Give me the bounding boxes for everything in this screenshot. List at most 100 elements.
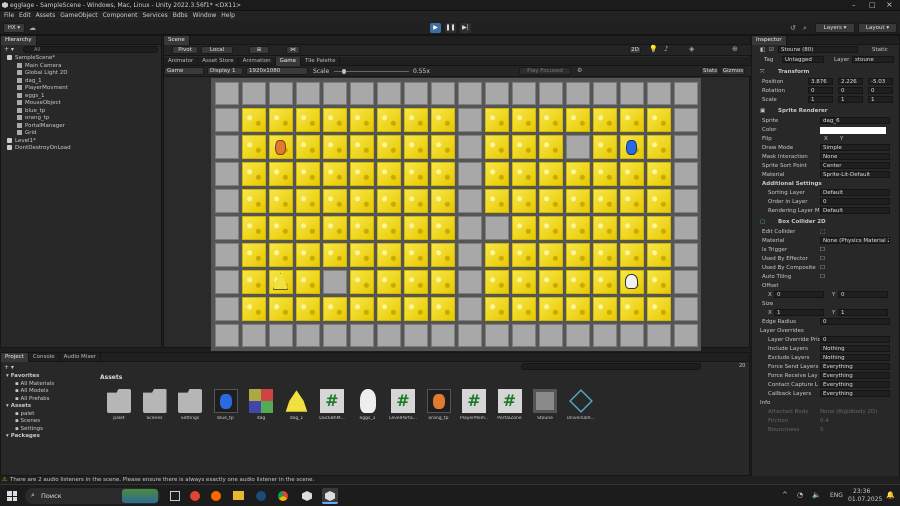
trigger-checkbox[interactable]: ☐: [820, 246, 825, 255]
firefox-icon[interactable]: [211, 491, 221, 501]
gizmos-icon[interactable]: ⊕: [732, 45, 738, 53]
asset-item[interactable]: Scenes: [141, 389, 169, 421]
project-add-button[interactable]: + ▾: [4, 364, 14, 371]
notifications-icon[interactable]: 🔔: [886, 491, 895, 499]
hierarchy-item[interactable]: PortalManager: [3, 122, 161, 131]
project-tree-item[interactable]: ▪ palet: [3, 411, 93, 419]
menu-item-bdbs[interactable]: Bdbs: [173, 11, 188, 21]
mute-audio-icon[interactable]: ⚙: [577, 67, 582, 74]
asset-item[interactable]: dag: [247, 389, 275, 421]
hierarchy-add-button[interactable]: + ▾: [4, 46, 14, 53]
draw_mode-dropdown[interactable]: Simple: [820, 144, 890, 151]
position-y[interactable]: 2.226: [838, 78, 863, 85]
volume-icon[interactable]: 🔈: [812, 491, 821, 499]
steam-icon[interactable]: [256, 491, 266, 501]
project-tree-item[interactable]: ▪ Scenes: [3, 418, 93, 426]
hierarchy-item[interactable]: dag_1: [3, 77, 161, 86]
asset-item[interactable]: eggs_1: [354, 389, 382, 421]
gizmos-button[interactable]: Gizmos: [721, 67, 745, 75]
clock-time[interactable]: 23:36: [853, 488, 870, 495]
position-x[interactable]: 3.876: [808, 78, 833, 85]
scale-y[interactable]: 1: [838, 96, 863, 103]
tab-inspector[interactable]: Inspector: [752, 36, 787, 45]
audio-icon[interactable]: ♪: [664, 45, 668, 53]
menu-item-edit[interactable]: Edit: [19, 11, 31, 21]
asset-item[interactable]: orang_tp: [425, 389, 453, 421]
flip-y-checkbox[interactable]: Y: [840, 135, 843, 144]
size-y-field[interactable]: 1: [838, 309, 888, 316]
sprite-field[interactable]: dag_6: [820, 117, 890, 124]
offset-x-field[interactable]: 0: [774, 291, 824, 298]
layout-dropdown[interactable]: Layout ▾: [858, 23, 897, 33]
object-name-input[interactable]: Stoune (80): [778, 46, 858, 53]
network-icon[interactable]: ◔: [797, 491, 803, 499]
effects-icon[interactable]: ◈: [689, 45, 694, 53]
order-field[interactable]: 0: [820, 198, 890, 205]
sorting_layer-field[interactable]: Default: [820, 189, 890, 196]
tab-scene[interactable]: Scene: [164, 36, 190, 45]
maximize-icon[interactable]: □: [869, 1, 876, 9]
local-dropdown[interactable]: Local: [201, 46, 233, 54]
menu-item-assets[interactable]: Assets: [36, 11, 56, 21]
hierarchy-item[interactable]: DontDestroyOnLoad: [3, 145, 161, 153]
flip-x-checkbox[interactable]: X: [824, 135, 828, 144]
rotation-x[interactable]: 0: [808, 87, 833, 94]
asset-item[interactable]: UniversalR...: [567, 389, 595, 421]
light-icon[interactable]: 💡: [649, 45, 658, 53]
rendering-field[interactable]: Default: [820, 207, 890, 214]
tab-game[interactable]: Game: [275, 57, 302, 66]
rotation-y[interactable]: 0: [838, 87, 863, 94]
tab-hierarchy[interactable]: Hierarchy: [1, 36, 37, 45]
asset-item[interactable]: dag_1: [283, 389, 311, 421]
hierarchy-item[interactable]: orang_tp: [3, 115, 161, 123]
hierarchy-item[interactable]: Level1*: [3, 137, 161, 146]
scale-z[interactable]: 1: [868, 96, 893, 103]
search-icon[interactable]: ⌕: [803, 24, 807, 33]
contact_capture-field[interactable]: Everything: [820, 381, 890, 388]
edge-radius-field[interactable]: 0: [820, 318, 890, 325]
increment-snap-button[interactable]: ⋈: [286, 46, 300, 54]
include-field[interactable]: Nothing: [820, 345, 890, 352]
status-message[interactable]: There are 2 audio listeners in the scene…: [10, 476, 314, 484]
project-tree-item[interactable]: ▾ Packages: [3, 433, 93, 441]
resolution-dropdown[interactable]: 1920x1080: [246, 67, 308, 75]
cloud-icon[interactable]: ☁: [29, 24, 36, 32]
asset-item[interactable]: Settings: [176, 389, 204, 421]
account-button[interactable]: HX ▾: [3, 23, 25, 33]
menu-item-file[interactable]: File: [4, 11, 14, 21]
2d-toggle[interactable]: 2D: [629, 46, 641, 54]
asset-item[interactable]: palet: [105, 389, 133, 421]
asset-item[interactable]: Stoune: [531, 389, 559, 421]
pause-button[interactable]: ❚❚: [445, 23, 456, 33]
layer_override_prio-field[interactable]: 0: [820, 336, 890, 343]
history-icon[interactable]: ↺: [790, 24, 796, 32]
tab-console[interactable]: Console: [29, 353, 60, 362]
position-z[interactable]: -5.03: [868, 78, 893, 85]
tag-dropdown[interactable]: Untagged: [782, 56, 824, 63]
menu-item-window[interactable]: Window: [193, 11, 217, 21]
tab-project[interactable]: Project: [1, 353, 29, 362]
explorer-icon[interactable]: [233, 491, 244, 500]
unity-hub-icon[interactable]: [302, 491, 312, 501]
photos-icon[interactable]: [190, 491, 200, 501]
layer-dropdown[interactable]: stoune: [852, 56, 894, 63]
language-indicator[interactable]: ENG: [830, 492, 843, 499]
static-dropdown[interactable]: Static: [872, 46, 888, 55]
tab-animator[interactable]: Animator: [164, 57, 199, 66]
callback-field[interactable]: Everything: [820, 390, 890, 397]
edit-collider-button[interactable]: ⬚: [820, 228, 825, 237]
tray-chevron-icon[interactable]: ^: [782, 491, 788, 499]
layers-dropdown[interactable]: Layers ▾: [815, 23, 855, 33]
hierarchy-item[interactable]: Main Camera: [3, 62, 161, 71]
widget-icon[interactable]: [122, 489, 158, 503]
active-checkbox[interactable]: ☑: [769, 46, 774, 55]
menu-item-services[interactable]: Services: [142, 11, 167, 21]
exclude-field[interactable]: Nothing: [820, 354, 890, 361]
effector-checkbox[interactable]: ☐: [820, 255, 825, 264]
project-tree-item[interactable]: ▾ Favorites: [3, 373, 93, 381]
hierarchy-item[interactable]: PlayerMovment: [3, 85, 161, 93]
display-mode-dropdown[interactable]: Game: [164, 67, 204, 75]
asset-item[interactable]: PortalZone: [496, 389, 524, 421]
material-dropdown[interactable]: Sprite-Lit-Default: [820, 171, 890, 178]
play-button[interactable]: ▶: [430, 23, 441, 33]
